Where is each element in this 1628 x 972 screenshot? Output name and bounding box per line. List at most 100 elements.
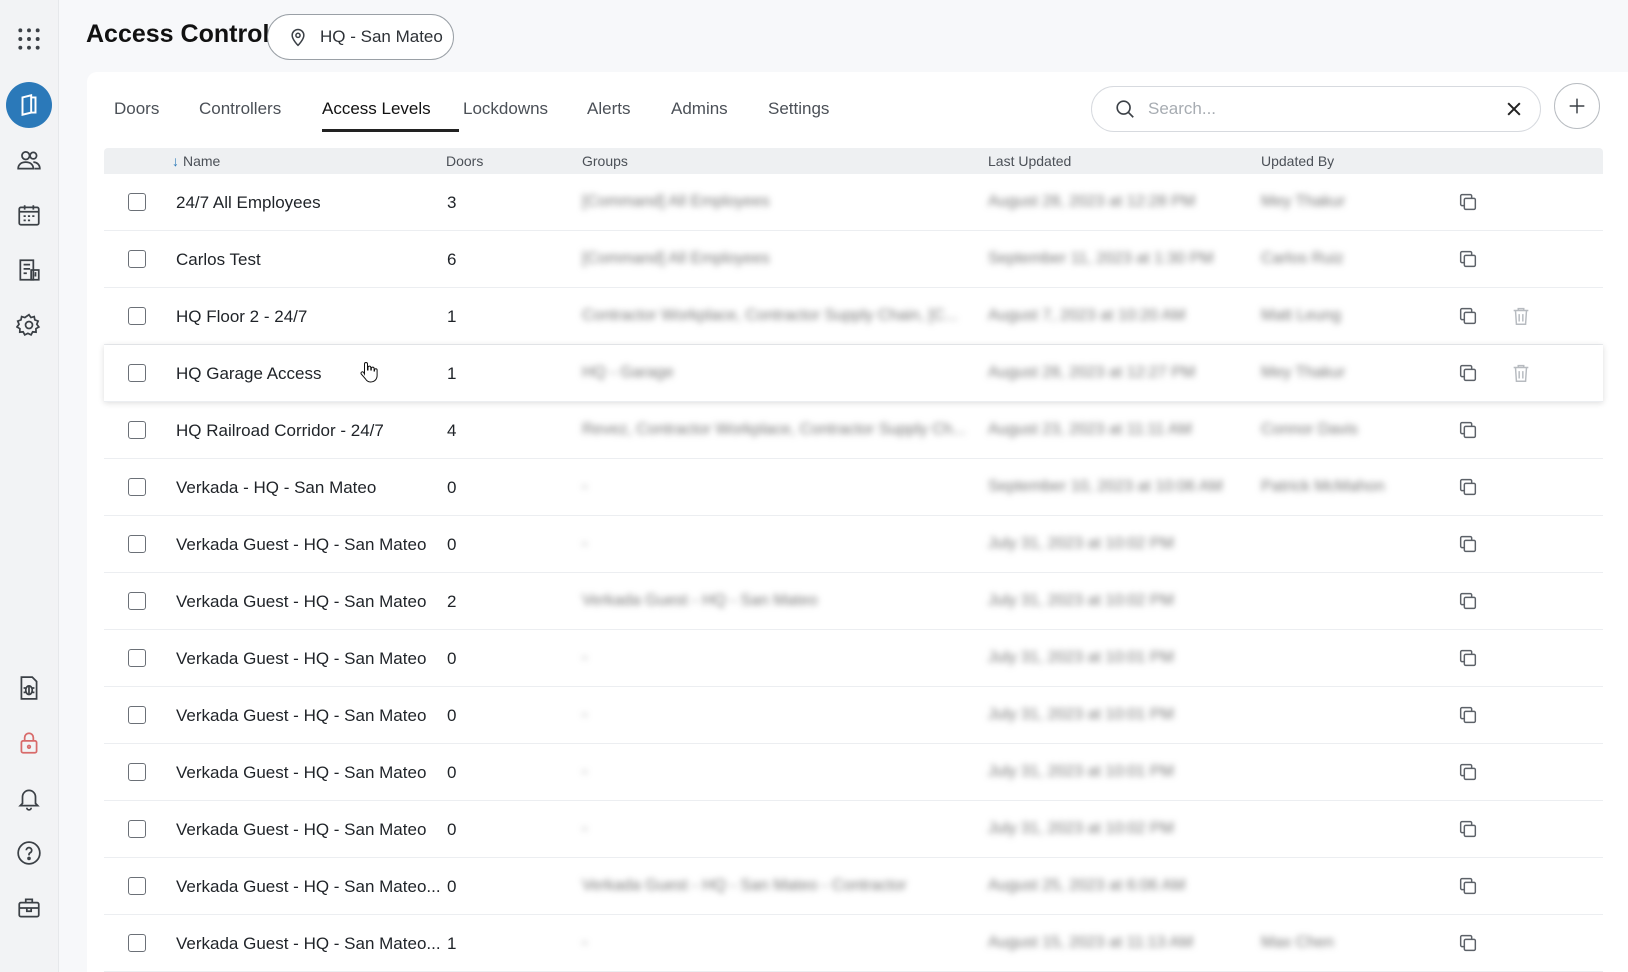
table-row[interactable]: Verkada Guest - HQ - San Mateo 0 - July 31,… <box>104 744 1603 801</box>
copy-icon[interactable] <box>1457 932 1479 954</box>
add-access-level-button[interactable] <box>1554 83 1600 129</box>
copy-icon[interactable] <box>1457 875 1479 897</box>
table-row[interactable]: Verkada - HQ - San Mateo 0 - September 10, … <box>104 459 1603 516</box>
tab-alerts[interactable]: Alerts <box>587 99 630 119</box>
copy-icon[interactable] <box>1457 191 1479 213</box>
column-header-groups[interactable]: Groups <box>582 153 628 169</box>
table-row[interactable]: Carlos Test 6 [Command] All Employees Septe… <box>104 231 1603 288</box>
access-level-name[interactable]: Verkada Guest - HQ - San Mateo <box>176 649 426 669</box>
tab-controllers[interactable]: Controllers <box>199 99 281 119</box>
access-level-name[interactable]: Carlos Test <box>176 250 261 270</box>
copy-icon[interactable] <box>1457 761 1479 783</box>
search-input[interactable] <box>1146 98 1504 120</box>
copy-icon[interactable] <box>1457 647 1479 669</box>
sort-down-arrow-icon: ↓ <box>172 153 179 169</box>
tab-doors[interactable]: Doors <box>114 99 159 119</box>
column-header-last-updated[interactable]: Last Updated <box>988 153 1071 169</box>
access-level-name[interactable]: Verkada Guest - HQ - San Mateo <box>176 763 426 783</box>
copy-icon[interactable] <box>1457 476 1479 498</box>
row-checkbox[interactable] <box>128 250 146 268</box>
users-icon[interactable] <box>6 137 52 183</box>
tab-access-levels[interactable]: Access Levels <box>322 99 431 119</box>
column-header-updated-by[interactable]: Updated By <box>1261 153 1334 169</box>
row-checkbox[interactable] <box>128 706 146 724</box>
table-row[interactable]: Verkada Guest - HQ - San Mateo... 0 Verkad… <box>104 858 1603 915</box>
access-level-name[interactable]: HQ Railroad Corridor - 24/7 <box>176 421 384 441</box>
row-checkbox[interactable] <box>128 364 146 382</box>
main-card: Doors Controllers Access Levels Lockdown… <box>87 72 1628 972</box>
row-checkbox[interactable] <box>128 592 146 610</box>
help-icon[interactable] <box>6 830 52 876</box>
access-level-name[interactable]: HQ Garage Access <box>176 364 322 384</box>
door-count: 2 <box>447 592 457 611</box>
access-level-name[interactable]: HQ Floor 2 - 24/7 <box>176 307 307 327</box>
row-checkbox[interactable] <box>128 535 146 553</box>
table-row[interactable]: Verkada Guest - HQ - San Mateo... 1 - Augus… <box>104 915 1603 972</box>
site-selector[interactable]: HQ - San Mateo <box>267 14 454 60</box>
lock-icon[interactable] <box>6 720 52 766</box>
table-row[interactable]: HQ Railroad Corridor - 24/7 4 Revez, Contr… <box>104 402 1603 459</box>
copy-icon[interactable] <box>1457 362 1479 384</box>
table-row[interactable]: HQ Garage Access 1 HQ - Garage August 28, 2… <box>104 345 1603 402</box>
access-level-name[interactable]: Verkada Guest - HQ - San Mateo... <box>176 934 441 954</box>
groups-value: [Command] All Employees <box>582 193 770 210</box>
bell-icon[interactable] <box>6 775 52 821</box>
access-level-name[interactable]: 24/7 All Employees <box>176 193 321 213</box>
updated-by-value: Matt Leung <box>1261 307 1342 324</box>
toolbox-icon[interactable] <box>6 885 52 931</box>
apps-grid-icon[interactable] <box>6 16 52 62</box>
tab-settings[interactable]: Settings <box>768 99 829 119</box>
row-checkbox[interactable] <box>128 877 146 895</box>
access-level-name[interactable]: Verkada - HQ - San Mateo <box>176 478 376 498</box>
row-checkbox[interactable] <box>128 649 146 667</box>
site-selector-label: HQ - San Mateo <box>320 27 443 46</box>
trash-icon[interactable] <box>1510 305 1532 327</box>
table-row[interactable]: 24/7 All Employees 3 [Command] All Employe… <box>104 174 1603 231</box>
row-checkbox[interactable] <box>128 820 146 838</box>
access-level-name[interactable]: Verkada Guest - HQ - San Mateo <box>176 820 426 840</box>
tab-admins[interactable]: Admins <box>671 99 728 119</box>
updated-by-value: Patrick McMahon <box>1261 478 1385 495</box>
door-count: 0 <box>447 763 457 782</box>
calendar-icon[interactable] <box>6 192 52 238</box>
row-checkbox[interactable] <box>128 934 146 952</box>
column-header-name[interactable]: ↓ Name <box>172 153 220 169</box>
table-row[interactable]: Verkada Guest - HQ - San Mateo 0 - July 31,… <box>104 516 1603 573</box>
access-level-name[interactable]: Verkada Guest - HQ - San Mateo <box>176 592 426 612</box>
column-header-doors[interactable]: Doors <box>446 153 483 169</box>
settings-icon[interactable] <box>6 302 52 348</box>
access-level-name[interactable]: Verkada Guest - HQ - San Mateo <box>176 706 426 726</box>
row-checkbox[interactable] <box>128 421 146 439</box>
row-checkbox[interactable] <box>128 307 146 325</box>
access-level-name[interactable]: Verkada Guest - HQ - San Mateo... <box>176 877 441 897</box>
table-row[interactable]: Verkada Guest - HQ - San Mateo 0 - July 31,… <box>104 687 1603 744</box>
last-updated-value: August 15, 2023 at 11:13 AM <box>988 934 1194 951</box>
bug-report-icon[interactable] <box>6 665 52 711</box>
table-row[interactable]: HQ Floor 2 - 24/7 1 Contractor Workplace, … <box>104 288 1603 345</box>
copy-icon[interactable] <box>1457 419 1479 441</box>
trash-icon[interactable] <box>1510 362 1532 384</box>
door-count: 1 <box>447 307 457 326</box>
row-checkbox[interactable] <box>128 763 146 781</box>
table-row[interactable]: Verkada Guest - HQ - San Mateo 2 Verkada G… <box>104 573 1603 630</box>
updated-by-value: Carlos Ruiz <box>1261 250 1344 267</box>
copy-icon[interactable] <box>1457 704 1479 726</box>
copy-icon[interactable] <box>1457 590 1479 612</box>
row-checkbox[interactable] <box>128 478 146 496</box>
location-pin-icon <box>291 28 305 47</box>
copy-icon[interactable] <box>1457 533 1479 555</box>
reports-icon[interactable] <box>6 247 52 293</box>
access-card-icon[interactable] <box>6 82 52 128</box>
groups-value: - <box>582 478 588 495</box>
door-count: 6 <box>447 250 457 269</box>
tab-lockdowns[interactable]: Lockdowns <box>463 99 548 119</box>
table-row[interactable]: Verkada Guest - HQ - San Mateo 0 - July 31,… <box>104 801 1603 858</box>
row-checkbox[interactable] <box>128 193 146 211</box>
close-icon[interactable] <box>1504 99 1524 119</box>
access-level-name[interactable]: Verkada Guest - HQ - San Mateo <box>176 535 426 555</box>
copy-icon[interactable] <box>1457 305 1479 327</box>
copy-icon[interactable] <box>1457 248 1479 270</box>
copy-icon[interactable] <box>1457 818 1479 840</box>
table-row[interactable]: Verkada Guest - HQ - San Mateo 0 - July 31,… <box>104 630 1603 687</box>
groups-value: - <box>582 535 588 552</box>
